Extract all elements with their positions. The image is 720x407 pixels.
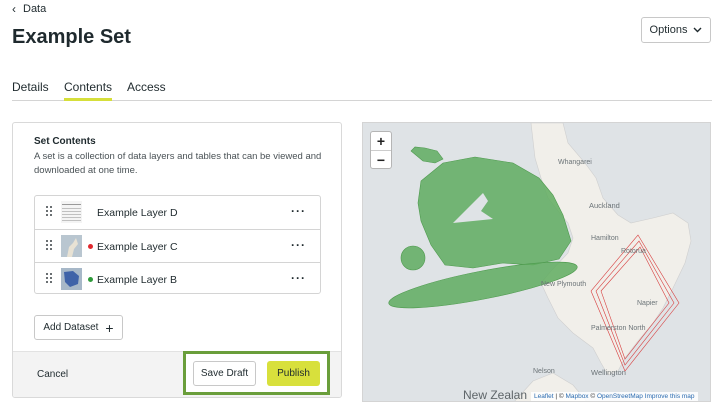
- drag-handle-icon[interactable]: [46, 273, 54, 283]
- map-view[interactable]: + − Whangarei Auckland Hamilton Rotorua …: [362, 122, 711, 402]
- add-dataset-label: Add Dataset: [43, 322, 99, 333]
- list-item[interactable]: Example Layer C ···: [35, 229, 320, 262]
- tab-access[interactable]: Access: [127, 80, 166, 101]
- more-options-icon[interactable]: ···: [291, 271, 306, 285]
- tab-bar: Details Contents Access: [12, 80, 712, 101]
- map-thumbnail-icon: [61, 268, 82, 290]
- plus-icon: +: [105, 319, 114, 336]
- map-canvas: [388, 123, 692, 401]
- options-button-label: Options: [649, 24, 688, 36]
- more-options-icon[interactable]: ···: [291, 238, 306, 252]
- place-label: Hamilton: [591, 235, 619, 242]
- add-dataset-button[interactable]: Add Dataset +: [34, 315, 123, 340]
- map-attribution: Leaflet | © Mapbox © OpenStreetMap Impro…: [531, 392, 698, 401]
- zoom-out-button[interactable]: −: [371, 150, 391, 168]
- status-dot-green: [88, 277, 93, 282]
- place-label: Rotorua: [621, 248, 646, 255]
- back-link-label: Data: [23, 3, 47, 15]
- zoom-control: + −: [370, 131, 392, 169]
- mapbox-link[interactable]: Mapbox: [565, 393, 588, 400]
- tab-contents[interactable]: Contents: [64, 80, 113, 101]
- leaflet-link[interactable]: Leaflet: [534, 393, 554, 400]
- options-button[interactable]: Options: [641, 17, 711, 43]
- set-contents-description: A set is a collection of data layers and…: [34, 151, 322, 176]
- back-link[interactable]: ‹ Data: [12, 3, 46, 15]
- attribution-separator: | ©: [553, 393, 566, 400]
- action-buttons-highlight: Save Draft Publish: [183, 351, 330, 395]
- cancel-button[interactable]: Cancel: [37, 369, 68, 380]
- chevron-left-icon: ‹: [12, 2, 16, 16]
- place-label: Whangarei: [558, 159, 592, 166]
- drag-handle-icon[interactable]: [46, 240, 54, 250]
- drag-handle-icon[interactable]: [46, 206, 54, 216]
- set-contents-heading: Set Contents: [34, 136, 96, 147]
- map-thumbnail-icon: [61, 235, 82, 257]
- status-dot-red: [88, 244, 93, 249]
- publish-button[interactable]: Publish: [267, 361, 320, 386]
- country-label: New Zealan: [463, 388, 528, 402]
- layer-list: Example Layer D ··· Example Layer C ···: [34, 195, 321, 294]
- list-item[interactable]: Example Layer B ···: [35, 262, 320, 295]
- place-label: Auckland: [589, 201, 620, 210]
- place-label: New Plymouth: [541, 281, 587, 288]
- chevron-down-icon: [693, 27, 702, 33]
- layer-name: Example Layer C: [97, 241, 178, 253]
- place-label: Wellington: [591, 368, 626, 377]
- place-label: Nelson: [533, 368, 555, 375]
- list-item[interactable]: Example Layer D ···: [35, 196, 320, 229]
- save-draft-button[interactable]: Save Draft: [193, 361, 256, 386]
- improve-map-link[interactable]: Improve this map: [645, 393, 695, 400]
- osm-link[interactable]: OpenStreetMap: [597, 393, 643, 400]
- layer-name: Example Layer D: [97, 207, 178, 219]
- more-options-icon[interactable]: ···: [291, 204, 306, 218]
- table-thumbnail-icon: [61, 201, 82, 223]
- attribution-separator: ©: [588, 393, 597, 400]
- layer-name: Example Layer B: [97, 274, 177, 286]
- page-title: Example Set: [12, 26, 131, 48]
- zoom-in-button[interactable]: +: [371, 132, 391, 150]
- place-label: Palmerston North: [591, 325, 646, 332]
- place-label: Napier: [637, 300, 658, 307]
- tab-details[interactable]: Details: [12, 80, 49, 101]
